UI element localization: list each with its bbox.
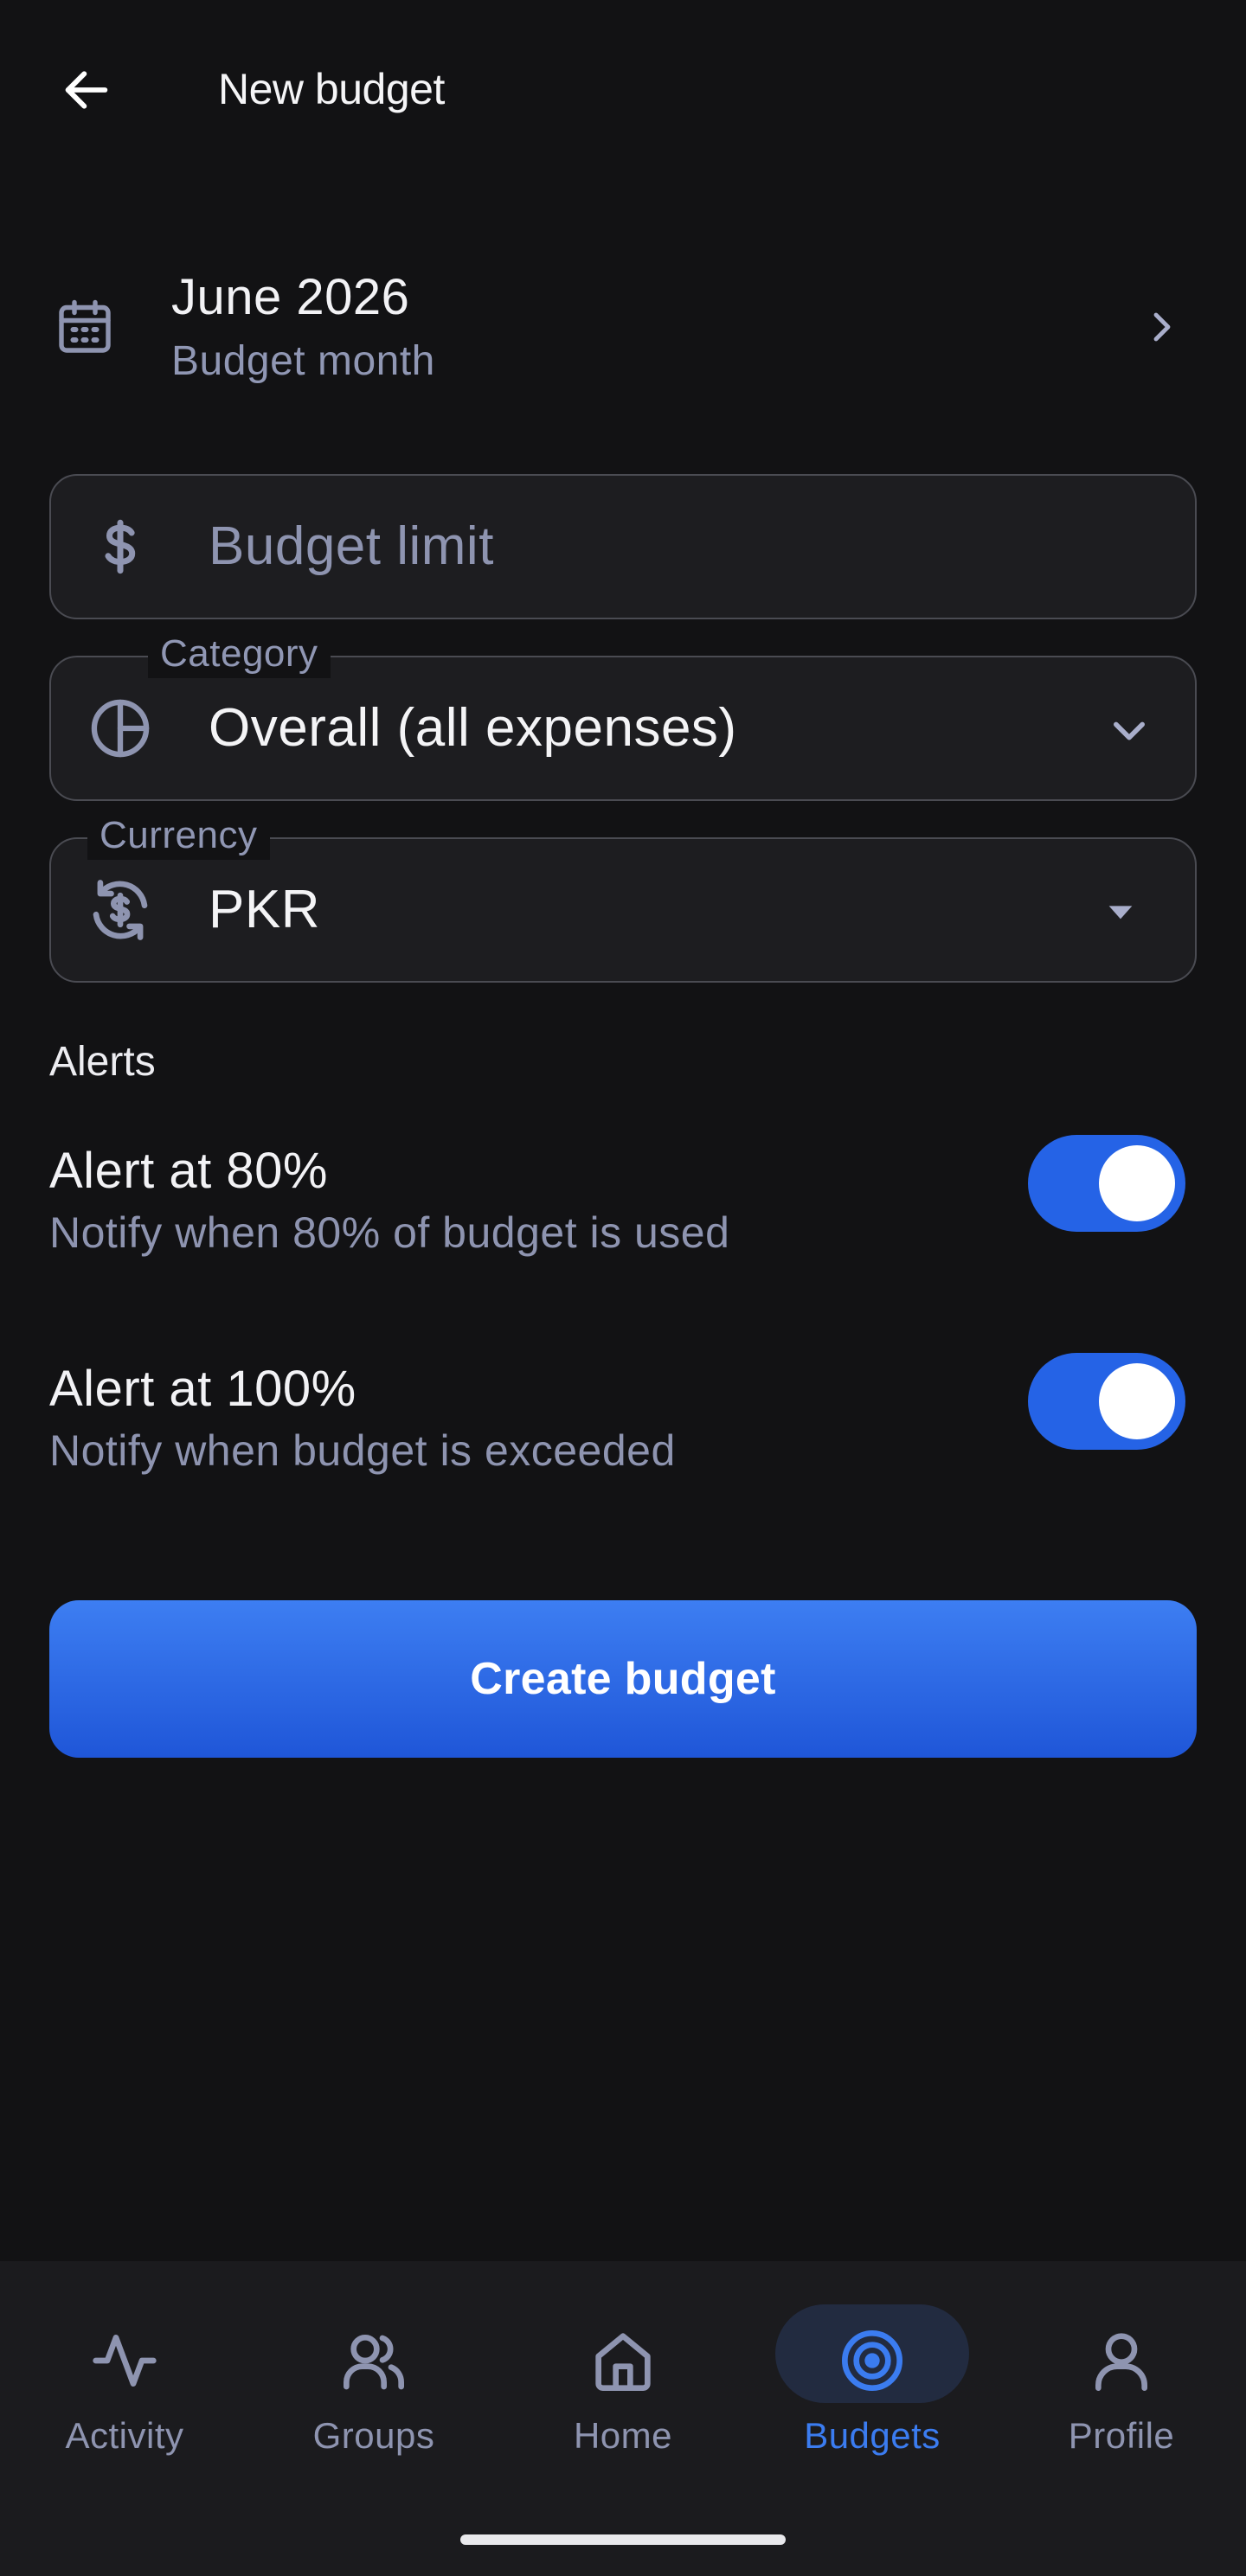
nav-item-profile[interactable]: Profile (997, 2261, 1246, 2486)
category-select[interactable]: Category Overall (all expenses) (49, 630, 1197, 801)
bottom-navigation: Activity Groups Home Budgets Profile (0, 2261, 1246, 2576)
currency-label: Currency (87, 811, 270, 860)
alert-100-toggle[interactable] (1028, 1353, 1185, 1450)
dropdown-arrow-icon (1093, 884, 1148, 939)
toggle-knob (1099, 1363, 1175, 1439)
budget-month-selector[interactable]: June 2026 Budget month (0, 260, 1246, 398)
page-title: New budget (218, 65, 445, 113)
nav-item-activity[interactable]: Activity (0, 2261, 249, 2486)
groups-icon (335, 2322, 413, 2400)
pie-chart-icon (84, 692, 157, 765)
month-value: June 2026 (171, 269, 410, 325)
arrow-left-icon (65, 71, 108, 109)
alert-100-title: Alert at 100% (49, 1361, 356, 1417)
home-indicator[interactable] (460, 2534, 786, 2545)
new-budget-screen: New budget June 2026 Budget month Budget… (0, 0, 1246, 2576)
month-label: Budget month (171, 338, 435, 384)
nav-item-budgets[interactable]: Budgets (748, 2261, 997, 2486)
nav-label-activity: Activity (65, 2415, 184, 2456)
budget-limit-field[interactable]: Budget limit (49, 474, 1197, 619)
calendar-icon (59, 299, 111, 353)
category-label: Category (148, 630, 331, 678)
nav-label-groups: Groups (312, 2415, 435, 2456)
category-value: Overall (all expenses) (209, 698, 737, 758)
budget-limit-input[interactable]: Budget limit (209, 516, 494, 577)
alert-100-description: Notify when budget is exceeded (49, 1426, 676, 1475)
back-button[interactable] (50, 54, 123, 126)
target-icon (833, 2322, 911, 2400)
alert-100-row: Alert at 100% Notify when budget is exce… (0, 1353, 1246, 1498)
dollar-icon (84, 510, 157, 583)
profile-icon (1082, 2322, 1160, 2400)
currency-select[interactable]: Currency PKR (49, 811, 1197, 983)
alerts-section-label: Alerts (49, 1039, 156, 1085)
nav-label-home: Home (573, 2415, 673, 2456)
activity-icon (86, 2322, 164, 2400)
nav-item-home[interactable]: Home (498, 2261, 748, 2486)
nav-label-budgets: Budgets (804, 2415, 941, 2456)
chevron-right-icon (1153, 312, 1171, 342)
alert-80-description: Notify when 80% of budget is used (49, 1208, 730, 1257)
toggle-knob (1099, 1145, 1175, 1221)
nav-label-profile: Profile (1068, 2415, 1175, 2456)
create-budget-button[interactable]: Create budget (49, 1600, 1197, 1758)
chevron-down-icon (1101, 702, 1157, 758)
nav-item-groups[interactable]: Groups (249, 2261, 498, 2486)
currency-exchange-icon (84, 874, 157, 946)
alert-80-toggle[interactable] (1028, 1135, 1185, 1232)
alert-80-title: Alert at 80% (49, 1143, 328, 1199)
alert-80-row: Alert at 80% Notify when 80% of budget i… (0, 1135, 1246, 1280)
home-icon (584, 2322, 662, 2400)
currency-value: PKR (209, 880, 320, 939)
